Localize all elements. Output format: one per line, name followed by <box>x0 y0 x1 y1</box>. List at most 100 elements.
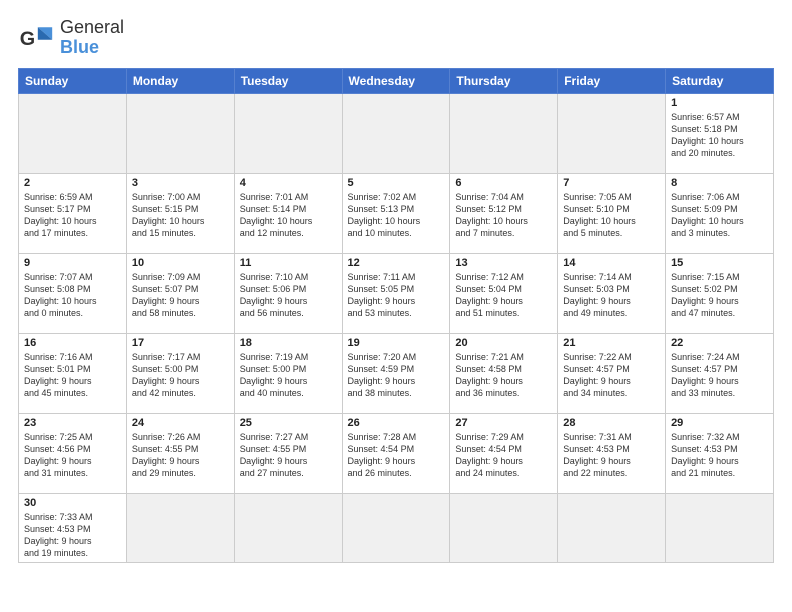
day-number: 9 <box>24 257 121 269</box>
day-info: Sunrise: 7:00 AMSunset: 5:15 PMDaylight:… <box>132 191 229 240</box>
logo-icon: G <box>18 20 54 56</box>
calendar-cell <box>19 93 127 173</box>
calendar-cell: 7 Sunrise: 7:05 AMSunset: 5:10 PMDaylight… <box>558 173 666 253</box>
day-info: Sunrise: 7:02 AMSunset: 5:13 PMDaylight:… <box>348 191 445 240</box>
calendar-cell: 8 Sunrise: 7:06 AMSunset: 5:09 PMDaylight… <box>666 173 774 253</box>
day-info: Sunrise: 7:26 AMSunset: 4:55 PMDaylight:… <box>132 431 229 480</box>
day-info: Sunrise: 7:21 AMSunset: 4:58 PMDaylight:… <box>455 351 552 400</box>
day-info: Sunrise: 6:59 AMSunset: 5:17 PMDaylight:… <box>24 191 121 240</box>
day-number: 20 <box>455 337 552 349</box>
calendar-cell <box>126 93 234 173</box>
day-number: 7 <box>563 177 660 189</box>
calendar-cell: 5 Sunrise: 7:02 AMSunset: 5:13 PMDaylight… <box>342 173 450 253</box>
week-row-3: 9 Sunrise: 7:07 AMSunset: 5:08 PMDaylight… <box>19 253 774 333</box>
day-info: Sunrise: 7:27 AMSunset: 4:55 PMDaylight:… <box>240 431 337 480</box>
day-number: 8 <box>671 177 768 189</box>
weekday-thursday: Thursday <box>450 68 558 93</box>
calendar-header: SundayMondayTuesdayWednesdayThursdayFrid… <box>19 68 774 93</box>
day-info: Sunrise: 7:28 AMSunset: 4:54 PMDaylight:… <box>348 431 445 480</box>
calendar-cell: 25 Sunrise: 7:27 AMSunset: 4:55 PMDayligh… <box>234 413 342 493</box>
calendar-cell <box>234 493 342 563</box>
day-number: 24 <box>132 417 229 429</box>
calendar-cell <box>450 93 558 173</box>
week-row-2: 2 Sunrise: 6:59 AMSunset: 5:17 PMDaylight… <box>19 173 774 253</box>
calendar-cell: 22 Sunrise: 7:24 AMSunset: 4:57 PMDayligh… <box>666 333 774 413</box>
day-info: Sunrise: 6:57 AMSunset: 5:18 PMDaylight:… <box>671 111 768 160</box>
day-info: Sunrise: 7:19 AMSunset: 5:00 PMDaylight:… <box>240 351 337 400</box>
day-number: 13 <box>455 257 552 269</box>
calendar-cell: 14Sunrise: 7:14 AMSunset: 5:03 PMDayligh… <box>558 253 666 333</box>
calendar-cell: 15 Sunrise: 7:15 AMSunset: 5:02 PMDayligh… <box>666 253 774 333</box>
day-info: Sunrise: 7:17 AMSunset: 5:00 PMDaylight:… <box>132 351 229 400</box>
day-info: Sunrise: 7:07 AMSunset: 5:08 PMDaylight:… <box>24 271 121 320</box>
weekday-sunday: Sunday <box>19 68 127 93</box>
calendar-cell: 19Sunrise: 7:20 AMSunset: 4:59 PMDayligh… <box>342 333 450 413</box>
day-info: Sunrise: 7:24 AMSunset: 4:57 PMDaylight:… <box>671 351 768 400</box>
day-number: 18 <box>240 337 337 349</box>
weekday-friday: Friday <box>558 68 666 93</box>
calendar-cell: 12Sunrise: 7:11 AMSunset: 5:05 PMDayligh… <box>342 253 450 333</box>
calendar: SundayMondayTuesdayWednesdayThursdayFrid… <box>18 68 774 564</box>
week-row-5: 23Sunrise: 7:25 AMSunset: 4:56 PMDayligh… <box>19 413 774 493</box>
day-info: Sunrise: 7:15 AMSunset: 5:02 PMDaylight:… <box>671 271 768 320</box>
weekday-tuesday: Tuesday <box>234 68 342 93</box>
day-info: Sunrise: 7:01 AMSunset: 5:14 PMDaylight:… <box>240 191 337 240</box>
day-info: Sunrise: 7:32 AMSunset: 4:53 PMDaylight:… <box>671 431 768 480</box>
day-info: Sunrise: 7:04 AMSunset: 5:12 PMDaylight:… <box>455 191 552 240</box>
calendar-cell: 4 Sunrise: 7:01 AMSunset: 5:14 PMDaylight… <box>234 173 342 253</box>
day-number: 19 <box>348 337 445 349</box>
day-info: Sunrise: 7:11 AMSunset: 5:05 PMDaylight:… <box>348 271 445 320</box>
calendar-cell: 9 Sunrise: 7:07 AMSunset: 5:08 PMDaylight… <box>19 253 127 333</box>
day-number: 6 <box>455 177 552 189</box>
calendar-cell <box>666 493 774 563</box>
calendar-cell <box>342 493 450 563</box>
day-info: Sunrise: 7:29 AMSunset: 4:54 PMDaylight:… <box>455 431 552 480</box>
day-number: 17 <box>132 337 229 349</box>
day-info: Sunrise: 7:10 AMSunset: 5:06 PMDaylight:… <box>240 271 337 320</box>
calendar-cell <box>234 93 342 173</box>
calendar-cell <box>126 493 234 563</box>
day-number: 28 <box>563 417 660 429</box>
calendar-cell: 21Sunrise: 7:22 AMSunset: 4:57 PMDayligh… <box>558 333 666 413</box>
weekday-row: SundayMondayTuesdayWednesdayThursdayFrid… <box>19 68 774 93</box>
day-info: Sunrise: 7:12 AMSunset: 5:04 PMDaylight:… <box>455 271 552 320</box>
logo: G General Blue <box>18 18 124 58</box>
day-number: 2 <box>24 177 121 189</box>
day-info: Sunrise: 7:14 AMSunset: 5:03 PMDaylight:… <box>563 271 660 320</box>
calendar-cell: 6 Sunrise: 7:04 AMSunset: 5:12 PMDaylight… <box>450 173 558 253</box>
logo-text: General Blue <box>60 18 124 58</box>
calendar-cell: 1 Sunrise: 6:57 AMSunset: 5:18 PMDaylight… <box>666 93 774 173</box>
day-number: 1 <box>671 97 768 109</box>
day-number: 23 <box>24 417 121 429</box>
day-number: 22 <box>671 337 768 349</box>
day-info: Sunrise: 7:31 AMSunset: 4:53 PMDaylight:… <box>563 431 660 480</box>
calendar-cell: 26 Sunrise: 7:28 AMSunset: 4:54 PMDayligh… <box>342 413 450 493</box>
calendar-cell: 16Sunrise: 7:16 AMSunset: 5:01 PMDayligh… <box>19 333 127 413</box>
day-number: 26 <box>348 417 445 429</box>
day-number: 27 <box>455 417 552 429</box>
calendar-cell: 23Sunrise: 7:25 AMSunset: 4:56 PMDayligh… <box>19 413 127 493</box>
calendar-cell: 27 Sunrise: 7:29 AMSunset: 4:54 PMDayligh… <box>450 413 558 493</box>
calendar-cell: 10Sunrise: 7:09 AMSunset: 5:07 PMDayligh… <box>126 253 234 333</box>
svg-text:G: G <box>20 28 35 50</box>
day-number: 10 <box>132 257 229 269</box>
calendar-cell: 30Sunrise: 7:33 AMSunset: 4:53 PMDayligh… <box>19 493 127 563</box>
calendar-cell: 3Sunrise: 7:00 AMSunset: 5:15 PMDaylight… <box>126 173 234 253</box>
day-info: Sunrise: 7:22 AMSunset: 4:57 PMDaylight:… <box>563 351 660 400</box>
calendar-body: 1 Sunrise: 6:57 AMSunset: 5:18 PMDaylight… <box>19 93 774 563</box>
week-row-1: 1 Sunrise: 6:57 AMSunset: 5:18 PMDaylight… <box>19 93 774 173</box>
day-number: 4 <box>240 177 337 189</box>
day-info: Sunrise: 7:05 AMSunset: 5:10 PMDaylight:… <box>563 191 660 240</box>
calendar-cell: 20 Sunrise: 7:21 AMSunset: 4:58 PMDayligh… <box>450 333 558 413</box>
calendar-cell: 11Sunrise: 7:10 AMSunset: 5:06 PMDayligh… <box>234 253 342 333</box>
calendar-cell: 13 Sunrise: 7:12 AMSunset: 5:04 PMDayligh… <box>450 253 558 333</box>
page: G General Blue SundayMondayTuesdayWednes… <box>0 0 792 612</box>
day-number: 15 <box>671 257 768 269</box>
calendar-cell: 24 Sunrise: 7:26 AMSunset: 4:55 PMDayligh… <box>126 413 234 493</box>
weekday-saturday: Saturday <box>666 68 774 93</box>
day-info: Sunrise: 7:33 AMSunset: 4:53 PMDaylight:… <box>24 511 121 560</box>
day-number: 25 <box>240 417 337 429</box>
calendar-cell <box>342 93 450 173</box>
day-number: 5 <box>348 177 445 189</box>
day-info: Sunrise: 7:06 AMSunset: 5:09 PMDaylight:… <box>671 191 768 240</box>
